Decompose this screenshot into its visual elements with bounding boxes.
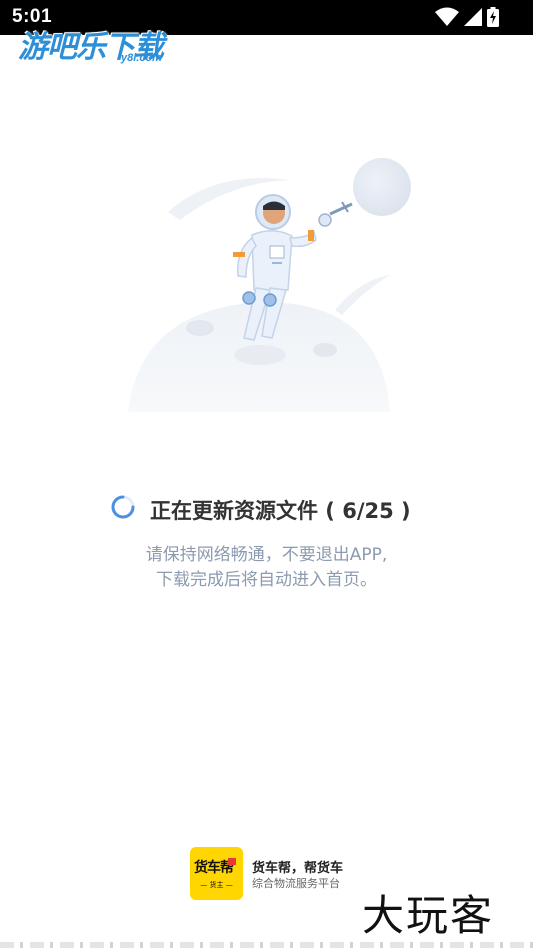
hint-line-2: 下载完成后将自动进入首页。 bbox=[156, 570, 377, 590]
battery-charging-icon bbox=[487, 7, 499, 27]
wifi-icon bbox=[435, 7, 459, 26]
astronaut-moon-illustration bbox=[128, 158, 411, 412]
brand-slogan: 综合物流服务平台 bbox=[252, 877, 340, 890]
loading-message: 正在更新资源文件 ( 6/25 ) bbox=[150, 499, 411, 523]
brand-logo-subtext: — 货主 — bbox=[200, 881, 233, 889]
loading-status: 正在更新资源文件 ( 6/25 ) bbox=[0, 492, 533, 526]
brand-logo: 货车帮 — 货主 — bbox=[190, 847, 243, 900]
hint-line-1: 请保持网络畅通，不要退出APP, bbox=[145, 545, 388, 565]
signal-icon bbox=[464, 8, 482, 26]
loading-spinner-icon bbox=[111, 495, 135, 519]
watermark-domain: y8l.com bbox=[121, 52, 162, 64]
flag-icon bbox=[228, 858, 236, 865]
watermark-bottom: 大玩客 bbox=[362, 891, 495, 940]
watermark-logo-top: 游吧乐下载 y8l.com bbox=[18, 22, 188, 68]
bottom-edge-strip bbox=[0, 942, 533, 948]
brand-name: 货车帮，帮货车 bbox=[252, 861, 344, 876]
